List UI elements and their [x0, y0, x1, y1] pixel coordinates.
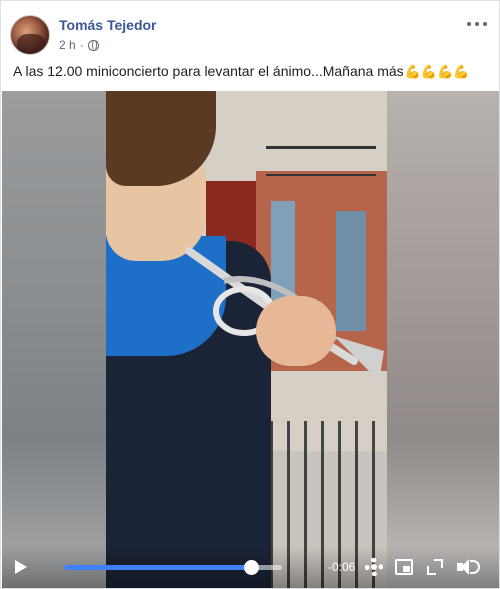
author-avatar[interactable] [10, 15, 50, 55]
post-caption: A las 12.00 miniconcierto para levantar … [13, 63, 469, 80]
video-blur-right [387, 91, 499, 588]
facebook-post: Tomás Tejedor 2 h · A las 12.00 miniconc… [0, 0, 500, 589]
fullscreen-icon[interactable] [427, 559, 443, 575]
dot [467, 22, 471, 26]
speaker-cone [461, 559, 469, 575]
separator-dot: · [79, 38, 84, 52]
more-options-icon[interactable] [467, 18, 487, 30]
play-icon[interactable] [15, 560, 27, 574]
post-timestamp[interactable]: 2 h [59, 38, 76, 52]
video-player[interactable]: -0:06 [2, 91, 499, 588]
settings-icon[interactable] [365, 558, 383, 576]
video-frame [106, 91, 387, 588]
globe-icon [87, 39, 99, 51]
video-blur-left [2, 91, 106, 588]
video-progress-bar[interactable] [64, 560, 282, 575]
sound-wave [470, 560, 480, 574]
background-balcony [266, 146, 376, 176]
video-scrub-handle[interactable] [244, 560, 260, 575]
boy-hand [256, 296, 336, 366]
dot [483, 22, 487, 26]
video-controls: -0:06 [2, 546, 499, 588]
caption-text: A las 12.00 miniconcierto para levantar … [13, 63, 404, 79]
post-meta: 2 h · [59, 38, 99, 52]
volume-icon[interactable] [457, 558, 481, 576]
video-progress-fill [64, 565, 252, 570]
flexed-biceps-emoji: 💪💪💪💪 [404, 64, 470, 79]
post-header: Tomás Tejedor 2 h · [9, 14, 491, 58]
time-remaining: -0:06 [328, 560, 356, 574]
dot [475, 22, 479, 26]
picture-in-picture-icon[interactable] [395, 559, 413, 575]
author-name-link[interactable]: Tomás Tejedor [59, 17, 157, 33]
